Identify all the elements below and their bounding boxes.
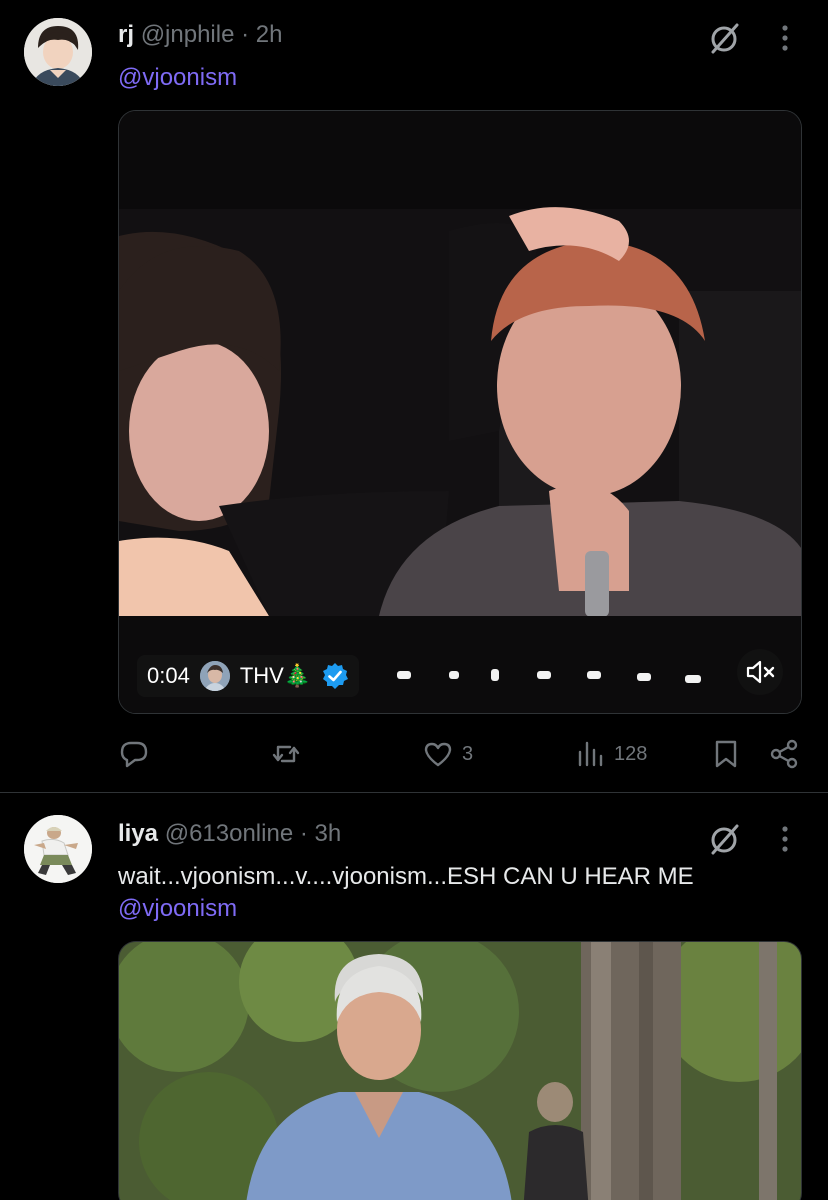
reply-icon [120,741,148,768]
verified-badge-icon [321,662,349,690]
view-count: 128 [614,742,648,765]
channel-name[interactable]: THV🎄 [240,663,311,689]
video-timestamp: 0:04 [147,663,190,688]
avatar[interactable] [24,18,92,86]
retweet-icon [272,745,300,763]
mention-link[interactable]: @vjoonism [118,893,237,925]
user-handle[interactable]: @613online [165,820,293,847]
grok-slash-icon[interactable] [706,20,742,56]
channel-avatar[interactable] [199,661,230,691]
tweet[interactable]: rj @jnphile · 2h @vjoonism 0:04 THV🎄 3 1… [0,0,828,792]
tweet-actions: 3 128 [118,734,808,774]
share-icon [770,739,798,769]
retweet-button[interactable] [270,734,302,774]
like-button[interactable]: 3 [422,734,473,774]
video-info-overlay: 0:04 THV🎄 [137,655,360,697]
mention-link[interactable]: @vjoonism [118,62,237,94]
user-handle[interactable]: @jnphile [141,21,235,48]
more-vertical-icon[interactable] [780,823,790,855]
display-name[interactable]: liya [118,820,158,847]
muted-speaker-icon [746,660,775,684]
image-content [119,942,801,1200]
more-vertical-icon[interactable] [780,22,790,54]
timestamp[interactable]: 3h [315,820,342,847]
tweet[interactable]: liya @613online · 3h wait...vjoonism...v… [0,793,828,1200]
timeline-feed: rj @jnphile · 2h @vjoonism 0:04 THV🎄 3 1… [0,0,828,1200]
mute-toggle-button[interactable] [737,649,783,695]
analytics-icon [578,741,603,767]
display-name[interactable]: rj [118,21,134,48]
like-count: 3 [462,742,474,765]
separator: · [299,820,308,847]
heart-icon [424,742,452,767]
video-frame [119,111,801,713]
tweet-header: rj @jnphile · 2h [118,18,282,52]
reply-button[interactable] [118,734,150,774]
tweet-text: wait...vjoonism...v....vjoonism...ESH CA… [118,863,694,890]
views-button[interactable]: 128 [574,734,647,774]
tweet-image[interactable] [118,941,802,1200]
video-player[interactable]: 0:04 THV🎄 [118,110,802,714]
bookmark-button[interactable] [710,734,742,774]
share-button[interactable] [768,734,800,774]
timestamp[interactable]: 2h [256,21,283,48]
tweet-header: liya @613online · 3h [118,817,341,851]
separator: · [241,21,250,48]
grok-slash-icon[interactable] [706,821,742,857]
bookmark-icon [715,740,737,768]
avatar[interactable] [24,815,92,883]
